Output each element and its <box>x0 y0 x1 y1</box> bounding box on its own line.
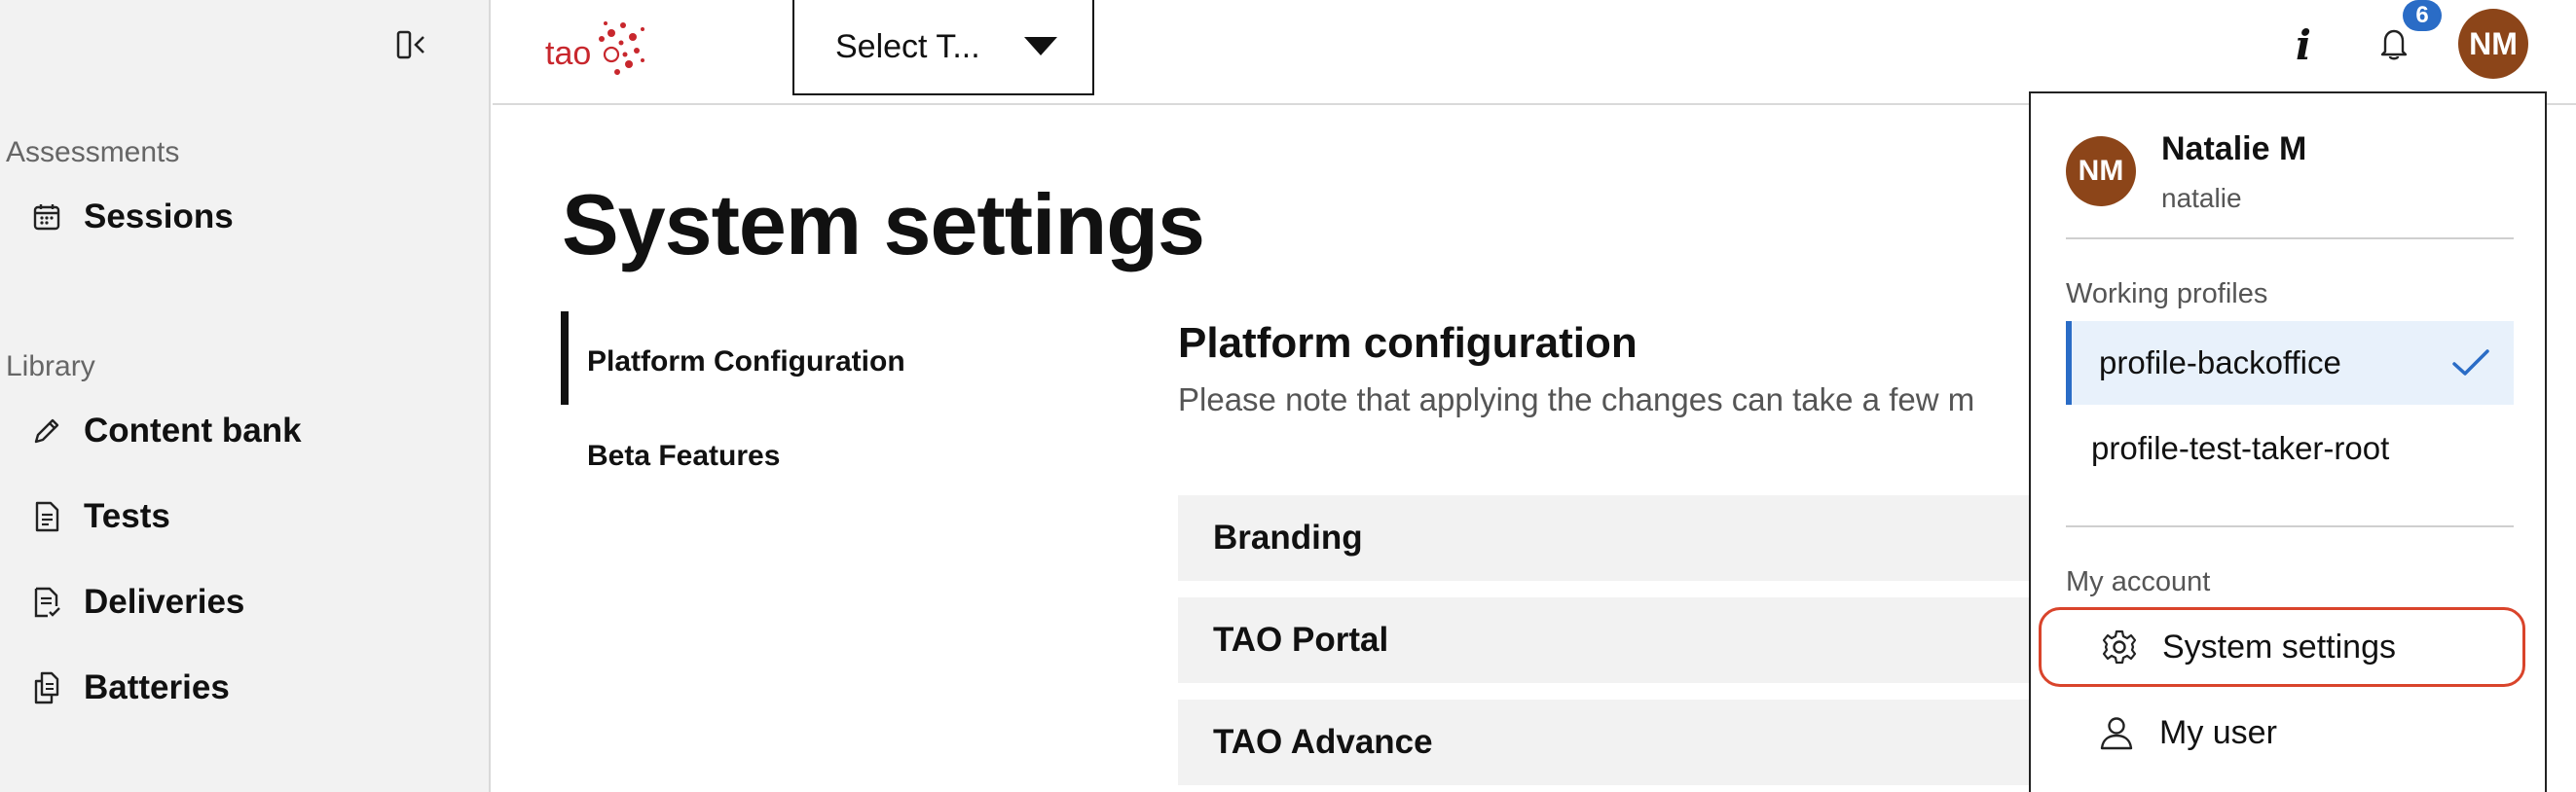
info-icon: i <box>2296 20 2311 69</box>
gear-icon <box>2100 628 2139 666</box>
active-indicator <box>561 311 569 405</box>
sidebar-item-sessions[interactable]: Sessions <box>29 188 234 246</box>
document-check-icon <box>29 585 64 620</box>
pencil-icon <box>29 414 64 449</box>
tenant-select-value: Select T... <box>835 27 980 65</box>
sidebar-item-label: Tests <box>84 497 170 535</box>
user-login: natalie <box>2161 183 2242 213</box>
page-title: System settings <box>562 176 1205 272</box>
menu-divider <box>2066 525 2514 527</box>
sidebar-item-content-bank[interactable]: Content bank <box>29 402 302 460</box>
nav-section-library: Library <box>6 350 95 382</box>
sidebar-item-label: Content bank <box>84 412 302 450</box>
document-icon <box>29 499 64 534</box>
documents-icon <box>29 670 64 705</box>
check-icon <box>2451 348 2490 385</box>
sidebar-collapse-button[interactable] <box>391 27 434 66</box>
section-title: Platform configuration <box>1178 319 1638 367</box>
working-profiles-label: Working profiles <box>2066 278 2268 309</box>
top-bar: tao Select T... i 6 NM <box>493 0 2576 105</box>
tenant-select[interactable]: Select T... <box>792 0 1094 95</box>
sidebar-item-batteries[interactable]: Batteries <box>29 659 230 717</box>
user-avatar-button[interactable]: NM <box>2458 9 2528 79</box>
menu-item-label: My user <box>2159 713 2277 751</box>
caret-down-icon <box>1024 37 1057 55</box>
settings-nav-platform-configuration[interactable]: Platform Configuration <box>587 345 905 378</box>
info-button[interactable]: i <box>2280 20 2327 69</box>
accordion-label: Branding <box>1213 519 1363 557</box>
profile-label: profile-test-taker-root <box>2091 430 2390 466</box>
sidebar: Assessments Sessions Library Content ban… <box>0 0 491 792</box>
my-account-label: My account <box>2066 566 2211 597</box>
notification-badge: 6 <box>2403 0 2442 31</box>
tao-logo[interactable]: tao <box>545 14 652 76</box>
section-note: Please note that applying the changes ca… <box>1178 381 1975 417</box>
avatar: NM <box>2066 136 2136 206</box>
user-name: Natalie M <box>2161 130 2307 167</box>
user-menu: NM Natalie M natalie Working profiles pr… <box>2029 91 2547 792</box>
sidebar-item-tests[interactable]: Tests <box>29 487 170 546</box>
bell-icon <box>2377 26 2410 66</box>
system-settings-menu-item[interactable]: System settings <box>2039 607 2525 687</box>
profile-item-test-taker-root[interactable]: profile-test-taker-root <box>2066 407 2514 490</box>
logo-text: tao <box>545 35 591 72</box>
sidebar-collapse-icon <box>396 30 429 64</box>
sidebar-item-label: Deliveries <box>84 583 245 621</box>
accordion-label: TAO Advance <box>1213 723 1433 761</box>
sidebar-item-label: Batteries <box>84 668 230 706</box>
nav-section-assessments: Assessments <box>6 136 180 168</box>
menu-divider <box>2066 237 2514 239</box>
user-icon <box>2097 713 2136 752</box>
profile-label: profile-backoffice <box>2099 344 2341 380</box>
calendar-icon <box>29 199 64 234</box>
settings-nav-beta-features[interactable]: Beta Features <box>587 440 780 473</box>
sidebar-item-label: Sessions <box>84 198 234 235</box>
sidebar-item-deliveries[interactable]: Deliveries <box>29 573 244 631</box>
my-user-menu-item[interactable]: My user <box>2039 693 2525 773</box>
accordion-label: TAO Portal <box>1213 621 1389 659</box>
profile-item-backoffice[interactable]: profile-backoffice <box>2066 321 2514 405</box>
menu-item-label: System settings <box>2162 628 2396 666</box>
